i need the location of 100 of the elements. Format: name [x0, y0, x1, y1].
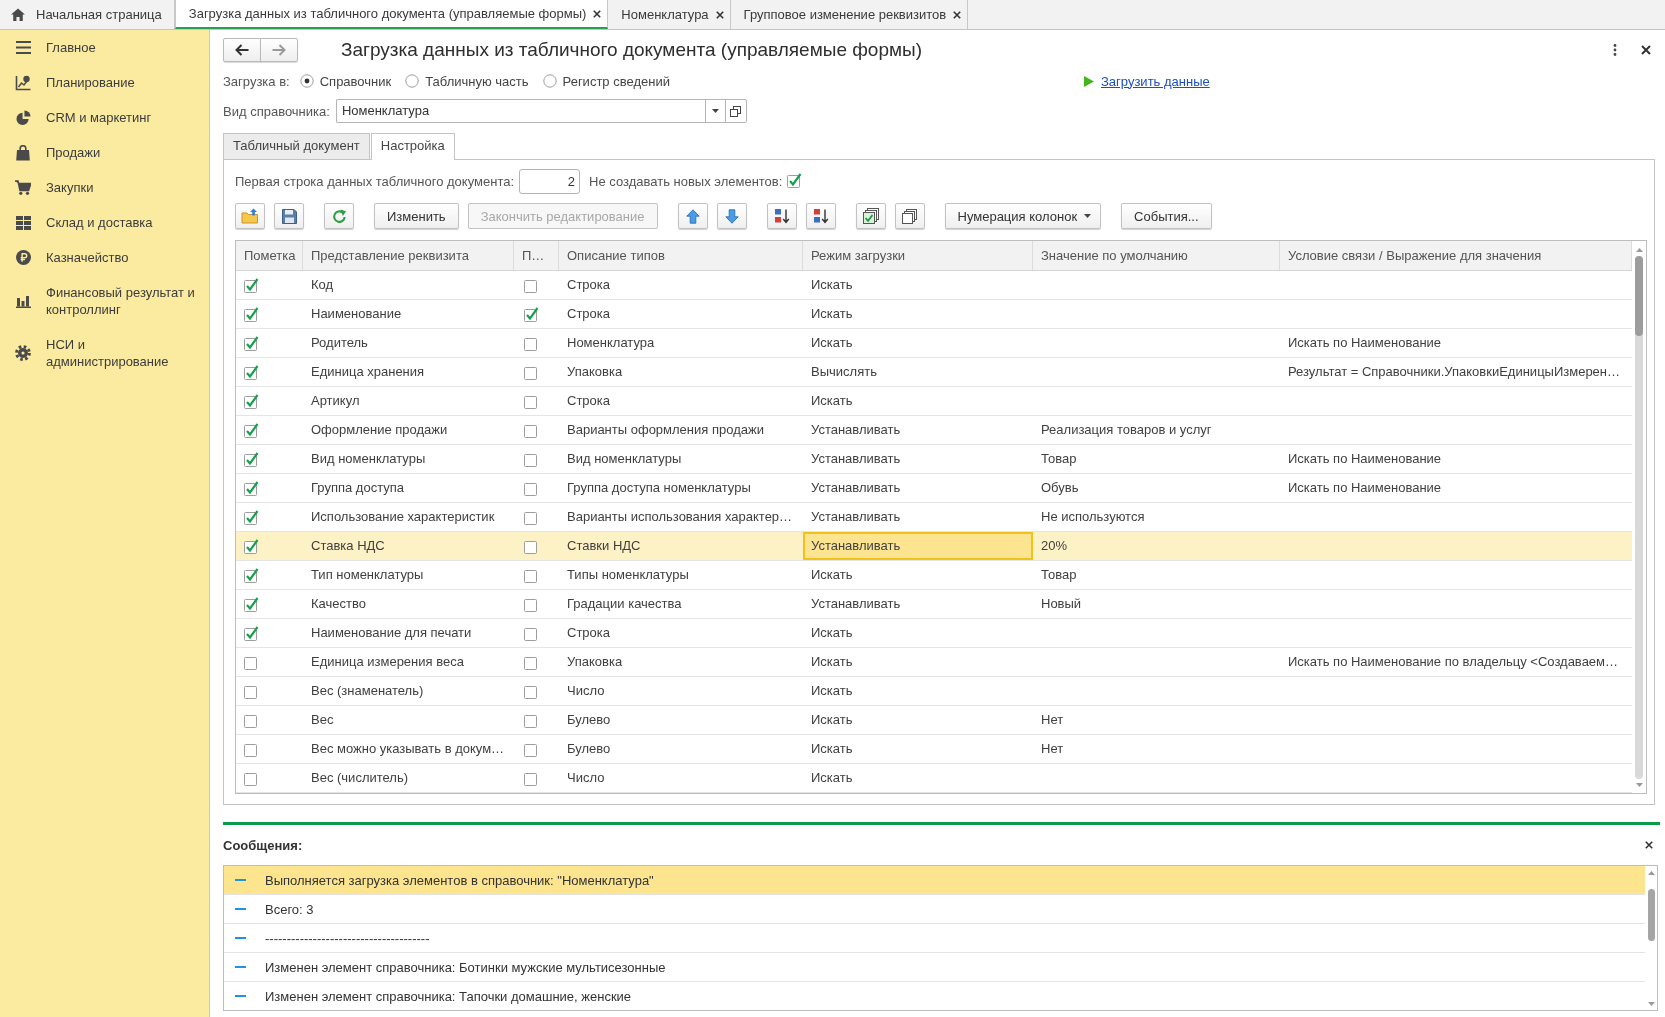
sidebar-item[interactable]: Склад и доставка	[0, 205, 209, 240]
radio-option[interactable]: Табличную часть	[405, 73, 529, 89]
table-row[interactable]: Единица измерения веса Упаковка Искать Искать по Наименование по владельцу <Создаваем…	[236, 648, 1632, 677]
checkbox[interactable]	[243, 392, 259, 410]
checkbox[interactable]	[243, 276, 259, 294]
sidebar-item[interactable]: Казначейство	[0, 240, 209, 275]
open-button[interactable]	[724, 99, 747, 123]
message-row[interactable]: Всего: 3	[224, 895, 1645, 924]
column-header[interactable]: Условие связи / Выражение для значения	[1280, 241, 1632, 270]
message-row[interactable]: Изменен элемент справочника: Ботинки мужские мультисезонные	[224, 953, 1645, 982]
checkbox[interactable]	[243, 305, 259, 323]
tab[interactable]: Настройка	[370, 133, 455, 160]
play-icon[interactable]	[1084, 75, 1094, 87]
more-icon[interactable]	[1613, 44, 1617, 56]
sidebar-item[interactable]: Финансовый результат и контроллинг	[0, 275, 209, 327]
table-row[interactable]: Артикул Строка Искать	[236, 387, 1632, 416]
checkbox[interactable]	[243, 624, 259, 642]
move-up-button[interactable]	[677, 203, 708, 229]
table-cell-text: Искать	[810, 653, 854, 671]
sidebar-item[interactable]: Закупки	[0, 170, 209, 205]
table-row[interactable]: Вид номенклатуры Вид номенклатуры Устанавливать Товар Искать по Наименование	[236, 445, 1632, 474]
save-button[interactable]	[274, 203, 304, 229]
checkbox[interactable]	[786, 171, 803, 189]
column-header[interactable]: Значение по умолчанию	[1033, 241, 1280, 270]
sidebar-item[interactable]: Продажи	[0, 135, 209, 170]
close-icon[interactable]	[593, 9, 602, 18]
checkbox[interactable]	[243, 537, 259, 555]
table-cell-text: Градации качества	[566, 595, 683, 613]
refresh-button[interactable]	[324, 203, 354, 229]
radio-button[interactable]	[405, 74, 420, 88]
table-row[interactable]: Вес (знаменатель) Число Искать	[236, 677, 1632, 706]
move-down-button[interactable]	[716, 203, 747, 229]
table-row[interactable]: Качество Градации качества Устанавливать Новый	[236, 590, 1632, 619]
close-icon[interactable]	[953, 10, 962, 19]
checkbox[interactable]	[243, 479, 259, 497]
column-header[interactable]: Пометка	[236, 241, 303, 270]
table-row[interactable]: Группа доступа Группа доступа номенклатуры Устанавливать Обувь Искать по Наименование	[236, 474, 1632, 503]
table-cell-text: Номенклатура	[566, 334, 656, 352]
close-icon[interactable]	[1645, 841, 1653, 849]
checkbox[interactable]	[243, 508, 259, 526]
checkbox[interactable]	[243, 363, 259, 381]
table-cell-text: Искать	[810, 769, 854, 787]
column-header[interactable]: Представление реквизита	[303, 241, 514, 270]
dropdown-button[interactable]	[704, 99, 726, 123]
menu-icon	[15, 41, 31, 54]
sidebar-item[interactable]: Планирование	[0, 65, 209, 100]
sidebar-item[interactable]: Главное	[0, 30, 209, 65]
message-row[interactable]: --------------------------------------	[224, 924, 1645, 953]
radio-button[interactable]	[542, 74, 557, 88]
checkbox[interactable]	[243, 450, 259, 468]
arrow-right-icon	[272, 44, 286, 56]
checkbox[interactable]	[243, 595, 259, 613]
sidebar-item[interactable]: НСИ и администрирование	[0, 327, 209, 379]
table-cell-text: Варианты использования характер…	[566, 508, 794, 526]
table-row[interactable]: Тип номенклатуры Типы номенклатуры Искать Товар	[236, 561, 1632, 590]
scrollbar-thumb[interactable]	[1647, 889, 1655, 941]
toolbar-button[interactable]: Изменить	[374, 203, 459, 229]
message-row[interactable]: Выполняется загрузка элементов в справочник: "Номенклатура"	[224, 866, 1645, 895]
table-row[interactable]: Код Строка Искать	[236, 271, 1632, 300]
back-button[interactable]	[223, 38, 261, 62]
table-row[interactable]: Ставка НДС Ставки НДС Устанавливать 20%	[236, 532, 1632, 561]
scrollbar-track[interactable]	[1635, 256, 1643, 779]
close-icon[interactable]	[1641, 45, 1651, 55]
checkbox[interactable]	[243, 334, 259, 352]
copy-button[interactable]	[894, 203, 925, 229]
scrollbar-thumb[interactable]	[1635, 256, 1643, 336]
table-row[interactable]: Вес можно указывать в докум… Булево Искать Нет	[236, 735, 1632, 764]
toolbar-button[interactable]: События...	[1121, 203, 1212, 229]
table-row[interactable]: Родитель Номенклатура Искать Искать по Наименование	[236, 329, 1632, 358]
table-row[interactable]: Вес (числитель) Число Искать	[236, 764, 1632, 793]
select-field[interactable]: Номенклатура	[335, 99, 705, 123]
load-data-link[interactable]: Загрузить данные	[1101, 73, 1210, 89]
checkbox[interactable]	[523, 305, 539, 323]
radio-option[interactable]: Справочник	[299, 73, 392, 89]
column-header[interactable]: П…	[514, 241, 559, 270]
radio-button[interactable]	[299, 74, 314, 88]
table-row[interactable]: Единица хранения Упаковка Вычислять Результат = Справочники.УпаковкиЕдиницыИзмерен…	[236, 358, 1632, 387]
sort-descending-button[interactable]	[805, 203, 836, 229]
sidebar-item[interactable]: CRM и маркетинг	[0, 100, 209, 135]
message-text: --------------------------------------	[265, 930, 430, 946]
table-row[interactable]: Наименование для печати Строка Искать	[236, 619, 1632, 648]
checkbox[interactable]	[243, 566, 259, 584]
column-header[interactable]: Режим загрузки	[803, 241, 1033, 270]
table-row[interactable]: Оформление продажи Варианты оформления продажи Устанавливать Реализация товаров и услуг	[236, 416, 1632, 445]
close-icon[interactable]	[715, 10, 724, 19]
dash-icon	[235, 908, 246, 910]
checkbox[interactable]	[243, 421, 259, 439]
tab[interactable]: Табличный документ	[223, 133, 370, 159]
table-row[interactable]: Вес Булево Искать Нет	[236, 706, 1632, 735]
radio-option[interactable]: Регистр сведений	[542, 73, 670, 89]
table-row[interactable]: Наименование Строка Искать	[236, 300, 1632, 329]
tab[interactable]: Загрузка данных из табличного документа (управляемые формы)	[174, 0, 609, 29]
toolbar-button[interactable]: Нумерация колонок	[944, 203, 1102, 229]
table-cell-text: Вид номенклатуры	[310, 450, 427, 468]
sort-ascending-button[interactable]	[766, 203, 797, 229]
column-header[interactable]: Описание типов	[559, 241, 803, 270]
number-field[interactable]: 2	[519, 169, 581, 194]
message-row[interactable]: Изменен элемент справочника: Тапочки домашние, женские	[224, 982, 1645, 1010]
table-cell-text: Устанавливать	[810, 508, 902, 526]
check-all-button[interactable]	[855, 203, 886, 229]
